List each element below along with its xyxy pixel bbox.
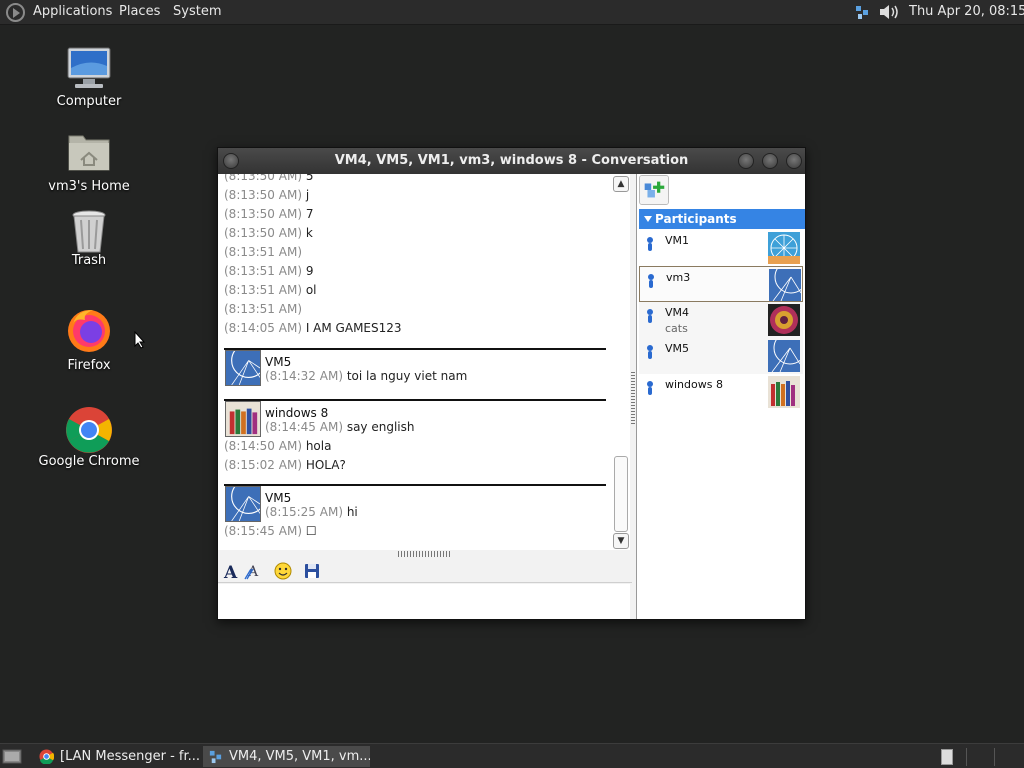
sender-name: VM5: [265, 491, 292, 505]
participants-panel: Participants VM1 vm3 VM4 cats VM5 window…: [636, 174, 805, 619]
horizontal-splitter-handle[interactable]: [398, 551, 452, 557]
taskbar-item-lan-messenger[interactable]: [LAN Messenger - fr...: [34, 746, 200, 767]
desktop-icon-label: Firefox: [67, 358, 111, 373]
participant-row[interactable]: VM4 cats: [639, 302, 803, 338]
desktop-icon-label: vm3's Home: [48, 179, 130, 194]
participant-avatar: [768, 232, 800, 264]
message-line: (8:13:50 AM) k: [224, 226, 313, 240]
message-line: (8:13:51 AM) 9: [224, 264, 314, 278]
bottom-taskbar: [LAN Messenger - fr... VM4, VM5, VM1, vm…: [0, 743, 1024, 768]
workspace-switcher[interactable]: [941, 749, 953, 765]
message-line: (8:15:45 AM) ☐: [224, 524, 317, 538]
places-menu[interactable]: Places: [119, 4, 160, 19]
participant-row-selected[interactable]: vm3: [639, 266, 803, 302]
firefox-icon: [68, 310, 110, 352]
desktop-firefox[interactable]: Firefox: [34, 306, 144, 376]
chrome-icon: [39, 749, 54, 764]
participant-avatar: [769, 269, 801, 301]
message-line: (8:13:50 AM) j: [224, 188, 310, 202]
conversation-window: VM4, VM5, VM1, vm3, windows 8 - Conversa…: [217, 147, 806, 620]
message-line: (8:13:51 AM) ol: [224, 283, 317, 297]
clock[interactable]: Thu Apr 20, 08:15: [909, 4, 1024, 19]
format-toolbar: A A: [218, 558, 632, 583]
scrollbar-thumb[interactable]: [614, 456, 628, 532]
desktop-computer[interactable]: Computer: [34, 46, 144, 112]
participant-row[interactable]: VM1: [639, 230, 803, 266]
scroll-down-button[interactable]: ▼: [613, 533, 629, 549]
sender-name: windows 8: [265, 406, 329, 420]
font-icon[interactable]: A: [222, 561, 242, 581]
message-line: (8:13:51 AM): [224, 245, 302, 259]
message-separator: [224, 348, 606, 350]
network-icon[interactable]: [855, 4, 869, 20]
windows-8-avatar: [225, 401, 261, 437]
window-titlebar[interactable]: VM4, VM5, VM1, vm3, windows 8 - Conversa…: [218, 148, 805, 174]
system-menu[interactable]: System: [173, 4, 221, 19]
message-separator: [224, 484, 606, 486]
desktop-icon-label: Trash: [71, 253, 107, 268]
online-status-icon: [647, 345, 653, 359]
taskbar-item-conversation[interactable]: VM4, VM5, VM1, vm...: [203, 746, 370, 767]
online-status-icon: [647, 237, 653, 251]
mouse-cursor-icon: [134, 331, 146, 349]
desktop-trash[interactable]: Trash: [34, 208, 144, 270]
message-line: (8:13:51 AM): [224, 302, 302, 316]
message-separator: [224, 399, 606, 401]
message-line: (8:15:25 AM) hi: [265, 505, 358, 519]
desktop-icon-label: Computer: [56, 94, 122, 109]
desktop-chrome[interactable]: Google Chrome: [34, 406, 144, 472]
desktop-home[interactable]: vm3's Home: [34, 128, 144, 194]
participant-status-note: cats: [665, 322, 688, 335]
message-line: (8:13:50 AM) 5: [224, 174, 314, 183]
volume-icon[interactable]: [878, 3, 900, 21]
workspace-separator: [966, 748, 967, 766]
participant-row[interactable]: windows 8: [639, 374, 803, 410]
save-icon[interactable]: [302, 561, 322, 581]
add-participant-button[interactable]: [639, 175, 669, 205]
trash-icon: [72, 210, 106, 253]
desktop-icon-label: Google Chrome: [38, 454, 140, 469]
svg-text:A: A: [223, 563, 238, 581]
message-line: (8:14:32 AM) toi la nguy viet nam: [265, 369, 468, 383]
message-history[interactable]: (8:13:50 AM) 5 (8:13:50 AM) j (8:13:50 A…: [218, 174, 630, 550]
message-scrollbar[interactable]: ▲ ▼: [612, 174, 630, 550]
online-status-icon: [647, 381, 653, 395]
applications-menu[interactable]: Applications: [33, 4, 112, 19]
mint-menu-icon[interactable]: [6, 3, 25, 22]
participant-avatar: [768, 304, 800, 336]
participants-header[interactable]: Participants: [639, 209, 805, 229]
online-status-icon: [647, 309, 653, 323]
message-line: (8:14:45 AM) say english: [265, 420, 415, 434]
workspace-separator: [994, 748, 995, 766]
top-panel: Applications Places System Thu Apr 20, 0…: [0, 0, 1024, 25]
message-line: (8:13:50 AM) 7: [224, 207, 314, 221]
computer-icon: [67, 47, 111, 88]
chrome-icon: [66, 407, 112, 453]
participant-avatar: [768, 376, 800, 408]
vm5-avatar: [225, 350, 261, 386]
show-desktop-icon[interactable]: [2, 748, 22, 765]
vertical-splitter-handle[interactable]: [631, 370, 635, 424]
online-status-icon: [648, 274, 654, 288]
message-input[interactable]: [218, 584, 630, 619]
scroll-up-button[interactable]: ▲: [613, 176, 629, 192]
font-color-icon[interactable]: A: [244, 561, 264, 581]
participant-avatar: [768, 340, 800, 372]
home-folder-icon: [68, 135, 110, 171]
maximize-button[interactable]: [762, 153, 778, 169]
message-line: (8:14:05 AM) I AM GAMES123: [224, 321, 402, 335]
message-line: (8:14:50 AM) hola: [224, 439, 332, 453]
participant-row[interactable]: VM5: [639, 338, 803, 374]
window-title: VM4, VM5, VM1, vm3, windows 8 - Conversa…: [334, 153, 689, 168]
expand-arrow-icon: [644, 216, 652, 222]
smiley-icon[interactable]: [273, 561, 293, 581]
network-icon: [209, 750, 222, 764]
close-button[interactable]: [786, 153, 802, 169]
minimize-button[interactable]: [738, 153, 754, 169]
sender-name: VM5: [265, 355, 292, 369]
message-line: (8:15:02 AM) HOLA?: [224, 458, 346, 472]
vm5-avatar: [225, 486, 261, 522]
